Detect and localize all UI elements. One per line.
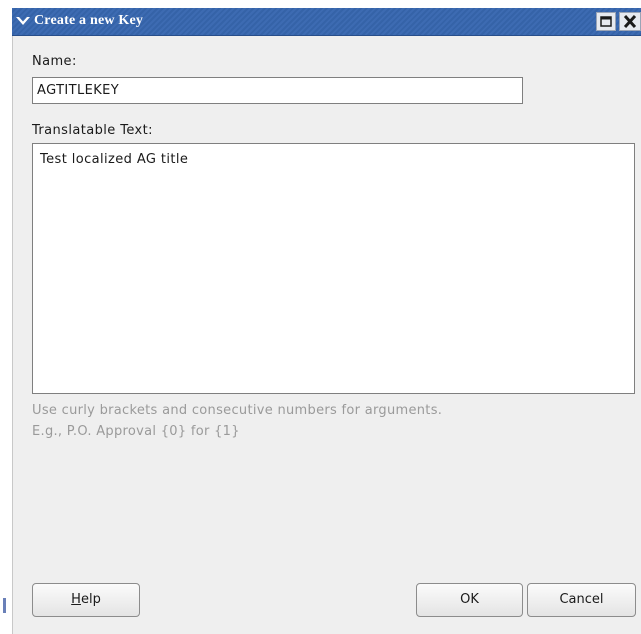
help-label: elp — [80, 592, 101, 607]
title-bar[interactable]: Create a new Key — [12, 8, 641, 36]
help-button[interactable]: Help — [32, 583, 140, 617]
cancel-button[interactable]: Cancel — [527, 583, 636, 617]
create-key-dialog: Create a new Key Name: Translatable Text… — [0, 0, 641, 634]
translatable-text-label: Translatable Text: — [32, 123, 153, 138]
name-field[interactable] — [32, 77, 523, 104]
hint-text-line-2: E.g., P.O. Approval {0} for {1} — [32, 424, 240, 439]
help-mnemonic: H — [71, 592, 81, 607]
window-title: Create a new Key — [34, 13, 144, 28]
name-label: Name: — [32, 54, 77, 69]
chevron-down-icon[interactable] — [14, 12, 32, 30]
maximize-icon[interactable] — [596, 12, 616, 31]
ok-button[interactable]: OK — [416, 583, 523, 617]
hint-text-line-1: Use curly brackets and consecutive numbe… — [32, 403, 443, 418]
translatable-text-field[interactable]: Test localized AG title — [32, 143, 635, 394]
window-edge-marker — [3, 598, 6, 613]
close-icon[interactable] — [619, 12, 641, 31]
dialog-body: Name: Translatable Text: Test localized … — [12, 36, 641, 634]
